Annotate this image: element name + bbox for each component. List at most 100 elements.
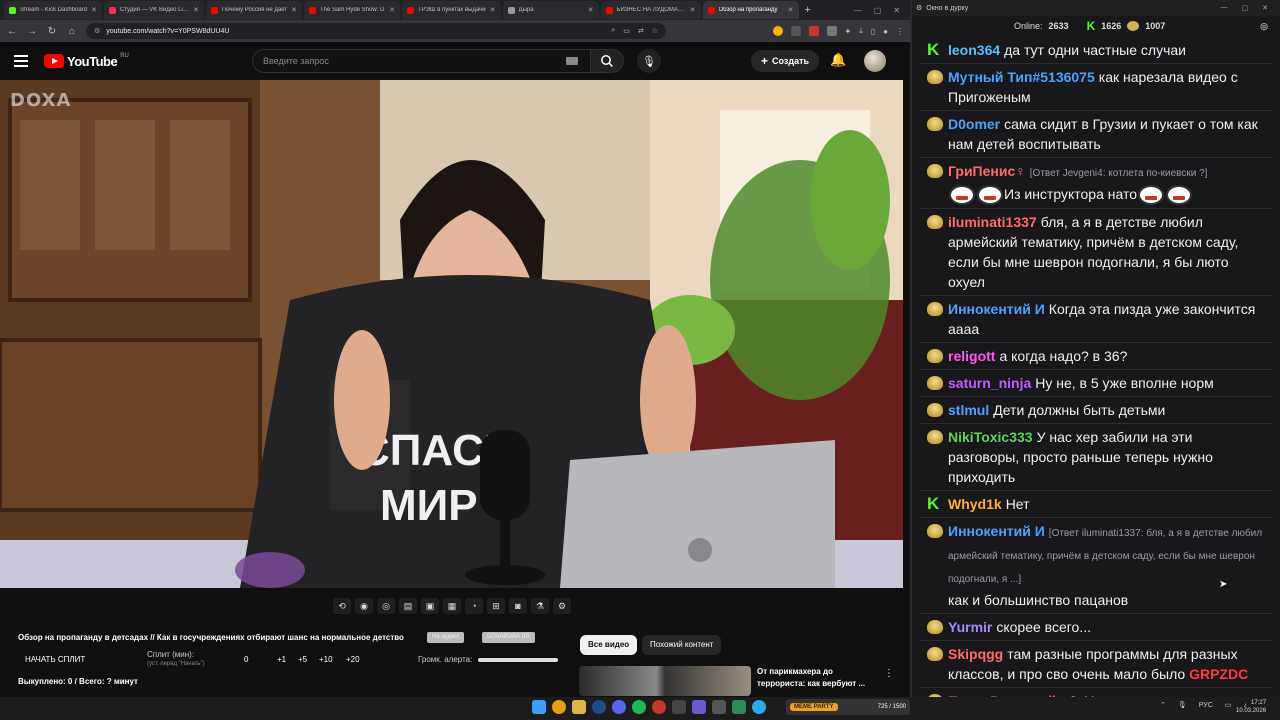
media-widget[interactable]: MEME PARTY 725 / 1500 bbox=[786, 699, 910, 715]
browser-tab[interactable]: ТРЭШ в пунктах выдачи ✕ bbox=[402, 1, 501, 19]
tab-close-icon[interactable]: ✕ bbox=[91, 6, 97, 14]
voice-search-button[interactable]: 🎙 bbox=[637, 49, 661, 73]
extension-icon[interactable] bbox=[808, 26, 819, 36]
cast-icon[interactable]: ▭ bbox=[623, 27, 630, 35]
split-plus-5-button[interactable]: +5 bbox=[298, 655, 307, 664]
download-icon[interactable]: ⤓ bbox=[859, 26, 863, 36]
chat-username[interactable]: D0omer bbox=[948, 116, 1000, 132]
profile-icon[interactable]: ● bbox=[883, 27, 888, 36]
mic-tray-icon[interactable]: 🎙 bbox=[1178, 701, 1187, 709]
close-icon[interactable]: ✕ bbox=[893, 6, 900, 15]
bookmark-star-icon[interactable]: ☆ bbox=[652, 27, 658, 35]
alert-volume-slider[interactable] bbox=[478, 658, 558, 662]
translate-icon[interactable]: ⇄ bbox=[638, 27, 644, 35]
settings-gear-icon[interactable]: ⚙ bbox=[553, 598, 571, 614]
search-button[interactable] bbox=[590, 49, 624, 73]
watch-icon[interactable]: ◎ bbox=[377, 598, 395, 614]
picture-in-picture-icon[interactable]: ▣ bbox=[421, 598, 439, 614]
tag-badge[interactable]: БОЧАРОВА ЛЯ bbox=[482, 632, 535, 643]
extensions-puzzle-icon[interactable]: ✦ bbox=[845, 27, 852, 36]
video-player[interactable]: СПАСИ МИР DOXA bbox=[0, 80, 903, 588]
app-icon[interactable] bbox=[732, 700, 746, 714]
related-video-title[interactable]: От парикмахера до террориста: как вербую… bbox=[757, 666, 877, 690]
forward-icon[interactable]: → bbox=[26, 26, 38, 37]
minimize-icon[interactable]: — bbox=[854, 6, 862, 15]
chat-settings-icon[interactable]: ◎ bbox=[1260, 21, 1268, 32]
tab-close-icon[interactable]: ✕ bbox=[291, 6, 297, 14]
tab-close-icon[interactable]: ✕ bbox=[389, 6, 395, 14]
create-button[interactable]: + Создать bbox=[751, 50, 819, 72]
maximize-icon[interactable]: ▢ bbox=[874, 6, 882, 15]
extension-icon[interactable] bbox=[826, 26, 837, 36]
hamburger-menu-icon[interactable] bbox=[14, 55, 28, 67]
browser-tab[interactable]: Дыра ✕ bbox=[502, 1, 599, 19]
youtube-logo[interactable]: YouTube RU bbox=[44, 53, 129, 69]
notifications-bell-icon[interactable]: 🔔 bbox=[830, 52, 846, 68]
browser-tab[interactable]: Почему Россия не дает ✕ bbox=[205, 1, 303, 19]
audio-icon[interactable]: ◉ bbox=[355, 598, 373, 614]
tray-chevron-icon[interactable]: ⌃ bbox=[1160, 701, 1166, 709]
folder-icon[interactable] bbox=[572, 700, 586, 714]
chat-username[interactable]: Мутный Тип#5136075 bbox=[948, 69, 1095, 85]
reload-icon[interactable]: ↻ bbox=[46, 26, 58, 37]
browser-tab[interactable]: Обзор на пропаганду ✕ bbox=[702, 1, 799, 19]
chat-username[interactable]: leon364 bbox=[948, 42, 1000, 58]
discord-icon[interactable] bbox=[612, 700, 626, 714]
zoom-icon[interactable]: ⌕ bbox=[611, 27, 615, 35]
app-icon[interactable] bbox=[652, 700, 666, 714]
extension-icon[interactable] bbox=[772, 26, 783, 36]
browser-tab[interactable]: Студия — VK Видео Live ✕ bbox=[103, 1, 204, 19]
browser-tab[interactable]: Stream - Kick Dashboard ✕ bbox=[4, 1, 102, 19]
loop-icon[interactable]: ⟲ bbox=[333, 598, 351, 614]
sidebar-icon[interactable]: ▯ bbox=[871, 27, 875, 36]
search-input[interactable]: Введите запрос bbox=[252, 49, 592, 73]
new-tab-button[interactable]: + bbox=[801, 4, 815, 16]
chip-related[interactable]: Похожий контент bbox=[642, 635, 722, 655]
split-plus-20-button[interactable]: +20 bbox=[346, 655, 360, 664]
chat-username[interactable]: stlmul bbox=[948, 402, 989, 418]
windows-start-icon[interactable] bbox=[532, 700, 546, 714]
clip-icon[interactable]: ▤ bbox=[399, 598, 417, 614]
chip-all-videos[interactable]: Все видео bbox=[580, 635, 638, 655]
tab-close-icon[interactable]: ✕ bbox=[788, 6, 794, 14]
app-icon[interactable] bbox=[712, 700, 726, 714]
site-info-icon[interactable]: ⚙ bbox=[94, 27, 100, 35]
chrome-icon[interactable] bbox=[552, 700, 566, 714]
chat-username[interactable]: NikiToxic333 bbox=[948, 429, 1033, 445]
more-actions-icon[interactable]: ⋮ bbox=[884, 668, 894, 679]
chat-username[interactable]: Skipqgg bbox=[948, 646, 1003, 662]
split-plus-10-button[interactable]: +10 bbox=[319, 655, 333, 664]
chat-username[interactable]: iluminati1337 bbox=[948, 214, 1037, 230]
start-split-button[interactable]: НАЧАТЬ СПЛИТ bbox=[25, 655, 85, 664]
chat-username[interactable]: religott bbox=[948, 348, 995, 364]
spotify-icon[interactable] bbox=[632, 700, 646, 714]
keyboard-icon[interactable] bbox=[566, 57, 578, 65]
tab-close-icon[interactable]: ✕ bbox=[193, 6, 199, 14]
chat-username[interactable]: ГриПенис♀ bbox=[948, 163, 1026, 179]
frames-icon[interactable]: ▦ bbox=[443, 598, 461, 614]
chat-username[interactable]: Иннокентий И bbox=[948, 523, 1045, 539]
chat-username[interactable]: Whyd1k bbox=[948, 496, 1002, 512]
browser-menu-icon[interactable]: ⋮ bbox=[896, 27, 904, 36]
chat-username[interactable]: Yurmir bbox=[948, 619, 992, 635]
add-icon[interactable]: ⊞ bbox=[487, 598, 505, 614]
clock[interactable]: 17:27 10.03.2026 bbox=[1236, 699, 1266, 715]
url-field[interactable]: ⚙ youtube.com/watch?v=Y0PSW8dUU4U ⌕ ▭ ⇄ … bbox=[86, 23, 666, 39]
home-icon[interactable]: ⌂ bbox=[66, 26, 78, 37]
related-video-thumbnail[interactable] bbox=[579, 666, 751, 696]
chat-username[interactable]: saturn_ninja bbox=[948, 375, 1031, 391]
tab-close-icon[interactable]: ✕ bbox=[690, 6, 696, 14]
close-icon[interactable]: ✕ bbox=[1262, 4, 1268, 12]
flask-icon[interactable]: ⚗ bbox=[531, 598, 549, 614]
account-avatar[interactable] bbox=[864, 50, 886, 72]
tab-close-icon[interactable]: ✕ bbox=[490, 6, 496, 14]
minimize-icon[interactable]: — bbox=[1221, 4, 1228, 12]
screenshot-icon[interactable]: ◙ bbox=[509, 598, 527, 614]
speed-icon[interactable]: ◔ bbox=[465, 598, 483, 614]
steam-icon[interactable] bbox=[592, 700, 606, 714]
browser-tab[interactable]: БИЗНЕС НА ЛУДОМАНИ ✕ bbox=[600, 1, 701, 19]
language-indicator[interactable]: РУС bbox=[1199, 702, 1213, 709]
maximize-icon[interactable]: ▢ bbox=[1242, 4, 1249, 12]
back-icon[interactable]: ← bbox=[6, 26, 18, 37]
telegram-icon[interactable] bbox=[752, 700, 766, 714]
